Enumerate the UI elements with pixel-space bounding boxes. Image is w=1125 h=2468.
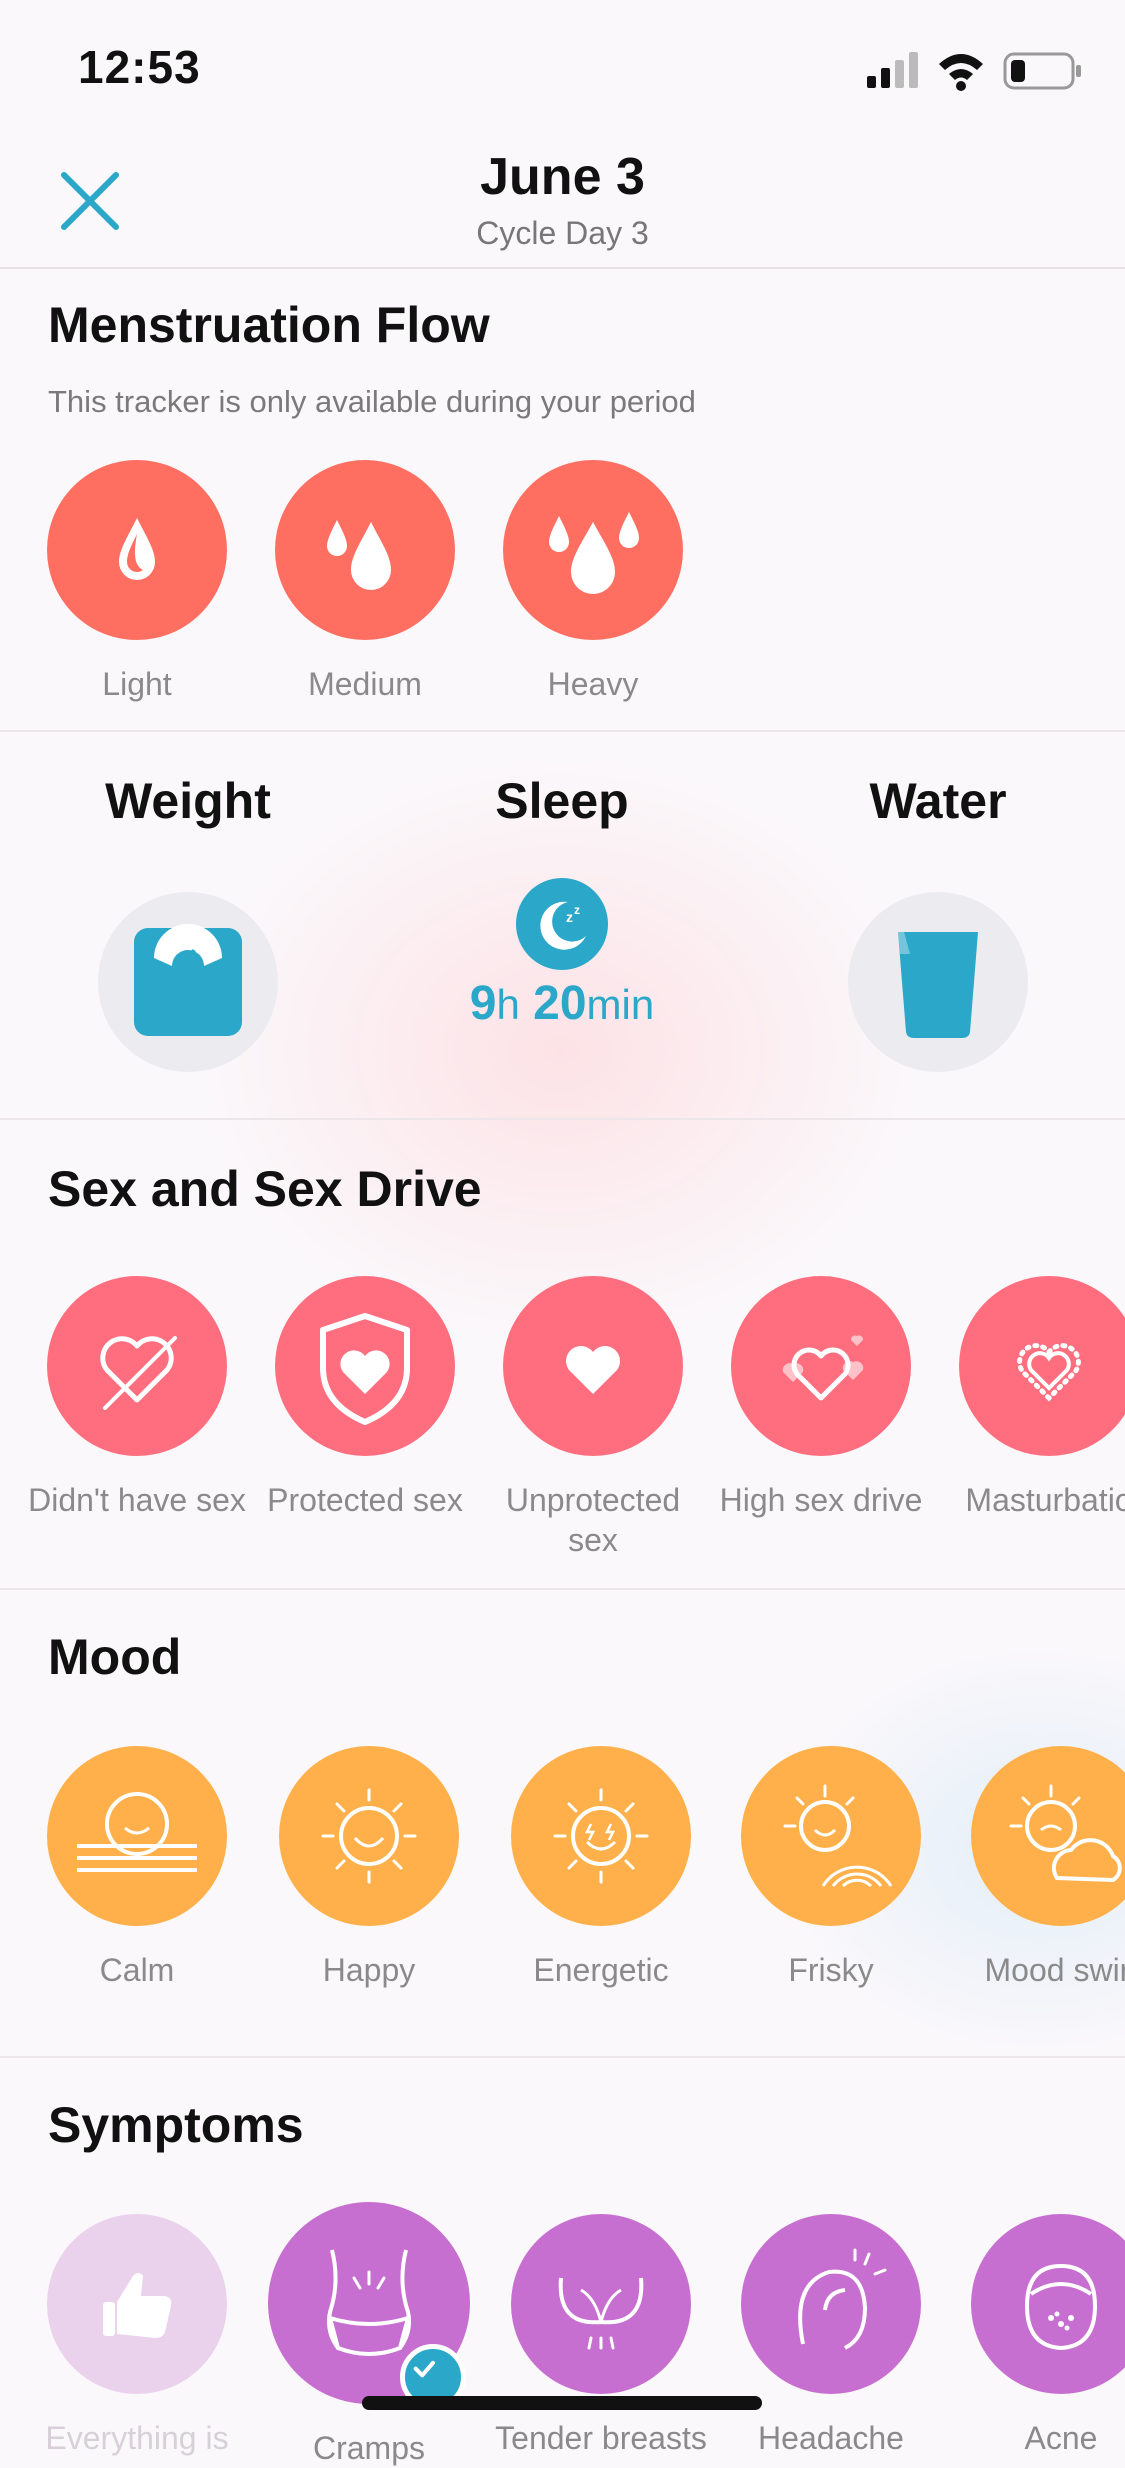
mood-option-energetic[interactable]: Energetic [486,1746,716,1990]
symptom-label: Acne [1024,2420,1098,2456]
sex-label: Didn't have sex [28,1482,246,1518]
cramps-body-icon [268,2202,470,2410]
breasts-icon [511,2214,691,2394]
symptom-option-tender-breasts[interactable]: Tender breasts [486,2214,716,2458]
flow-option-medium[interactable]: Medium [250,460,480,704]
divider [0,1588,1125,1590]
cycle-day: Cycle Day 3 [476,215,649,251]
mood-label: Calm [99,1952,175,1988]
flow-title: Menstruation Flow [48,297,490,353]
mood-option-swings[interactable]: Mood swin [946,1746,1125,1990]
symptom-label: Everything is [45,2420,229,2456]
background-glow [0,0,1125,2436]
sex-option-unprotected[interactable]: Unprotected sex [478,1276,708,1560]
sex-label: Masturbatio [965,1482,1125,1518]
flow-note: This tracker is only available during yo… [48,384,696,419]
scale-icon [134,924,242,1036]
symptom-label: Tender breasts [495,2420,707,2456]
sex-title: Sex and Sex Drive [48,1161,482,1217]
status-icons [867,52,1081,91]
weight-button[interactable] [98,892,278,1072]
water-button[interactable] [848,892,1028,1072]
mood-option-frisky[interactable]: Frisky [716,1746,946,1990]
three-drops-icon [503,460,683,640]
moon-sleep-icon: z z [516,878,608,970]
page-title: June 3 [480,148,645,206]
sleep-hours-unit: h [496,981,520,1028]
symptom-option-headache[interactable]: Headache [716,2214,946,2458]
svg-text:z: z [566,909,573,925]
two-drops-icon [275,460,455,640]
flow-label: Light [102,666,172,702]
water-glass-icon [898,932,978,1038]
signal-icon [867,52,918,88]
energetic-sun-icon [511,1746,691,1926]
symptom-label: Cramps [312,2430,425,2466]
home-indicator[interactable] [362,2396,762,2410]
divider [0,1118,1125,1120]
single-drop-icon [47,460,227,640]
rainbow-sun-icon [741,1746,921,1926]
mood-title: Mood [48,1629,182,1685]
flow-option-light[interactable]: Light [22,460,252,704]
dotted-heart-icon [959,1276,1125,1456]
mood-label: Energetic [533,1952,669,1988]
mood-label: Happy [322,1952,416,1988]
hearts-icon [731,1276,911,1456]
happy-sun-icon [279,1746,459,1926]
sex-option-protected[interactable]: Protected sex [250,1276,480,1520]
status-time: 12:53 [78,41,201,93]
sleep-hours: 9 [469,977,497,1030]
flow-label: Medium [308,666,422,702]
divider [0,730,1125,732]
sleep-title: Sleep [495,773,629,829]
sex-label: High sex drive [719,1482,923,1518]
mood-label: Mood swin [984,1952,1125,1988]
symptom-option-acne[interactable]: Acne [946,2214,1125,2458]
wifi-icon [939,54,983,91]
symptoms-title: Symptoms [48,2097,304,2153]
heart-icon [503,1276,683,1456]
water-title: Water [869,773,1007,829]
symptom-option-everything-fine[interactable]: Everything is [22,2214,252,2458]
sleep-duration: 9h 20min [392,976,732,1031]
shield-heart-icon [275,1276,455,1456]
sex-option-none[interactable]: Didn't have sex [22,1276,252,1520]
sleep-minutes: 20 [533,977,587,1030]
sex-option-masturbation[interactable]: Masturbatio [934,1276,1125,1520]
sleep-metric[interactable]: Sleep z z 9h 20min [392,772,732,1031]
water-metric: Water [768,772,1108,1072]
acne-face-icon [971,2214,1125,2394]
symptom-option-cramps[interactable]: Cramps [254,2202,484,2468]
sex-label: Unprotected sex [505,1482,681,1558]
thumbs-up-icon [47,2214,227,2394]
weight-title: Weight [105,773,271,829]
crossed-heart-icon [47,1276,227,1456]
flow-label: Heavy [547,666,639,702]
divider [0,2056,1125,2058]
status-bar: 12:53 [0,0,1125,135]
sex-label: Protected sex [267,1482,463,1518]
calm-sun-icon [47,1746,227,1926]
mood-option-calm[interactable]: Calm [22,1746,252,1990]
flow-option-heavy[interactable]: Heavy [478,460,708,704]
headache-icon [741,2214,921,2394]
battery-icon [1003,52,1081,90]
mood-label: Frisky [788,1952,874,1988]
symptom-label: Headache [758,2420,904,2456]
weight-metric: Weight [18,772,358,1072]
mood-option-happy[interactable]: Happy [254,1746,484,1990]
sex-option-high-drive[interactable]: High sex drive [706,1276,936,1520]
svg-text:z: z [574,903,580,917]
sleep-minutes-unit: min [586,981,655,1028]
cloud-sun-icon [971,1746,1125,1926]
header: June 3 Cycle Day 3 [0,135,1125,269]
